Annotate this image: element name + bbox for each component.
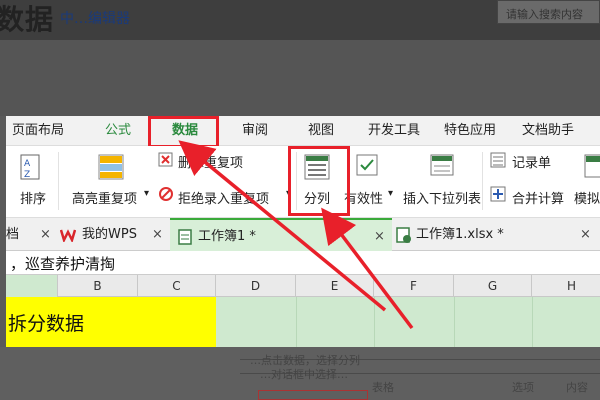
arrow-to-data-tab	[178, 140, 387, 312]
annotation-arrows	[178, 140, 414, 330]
